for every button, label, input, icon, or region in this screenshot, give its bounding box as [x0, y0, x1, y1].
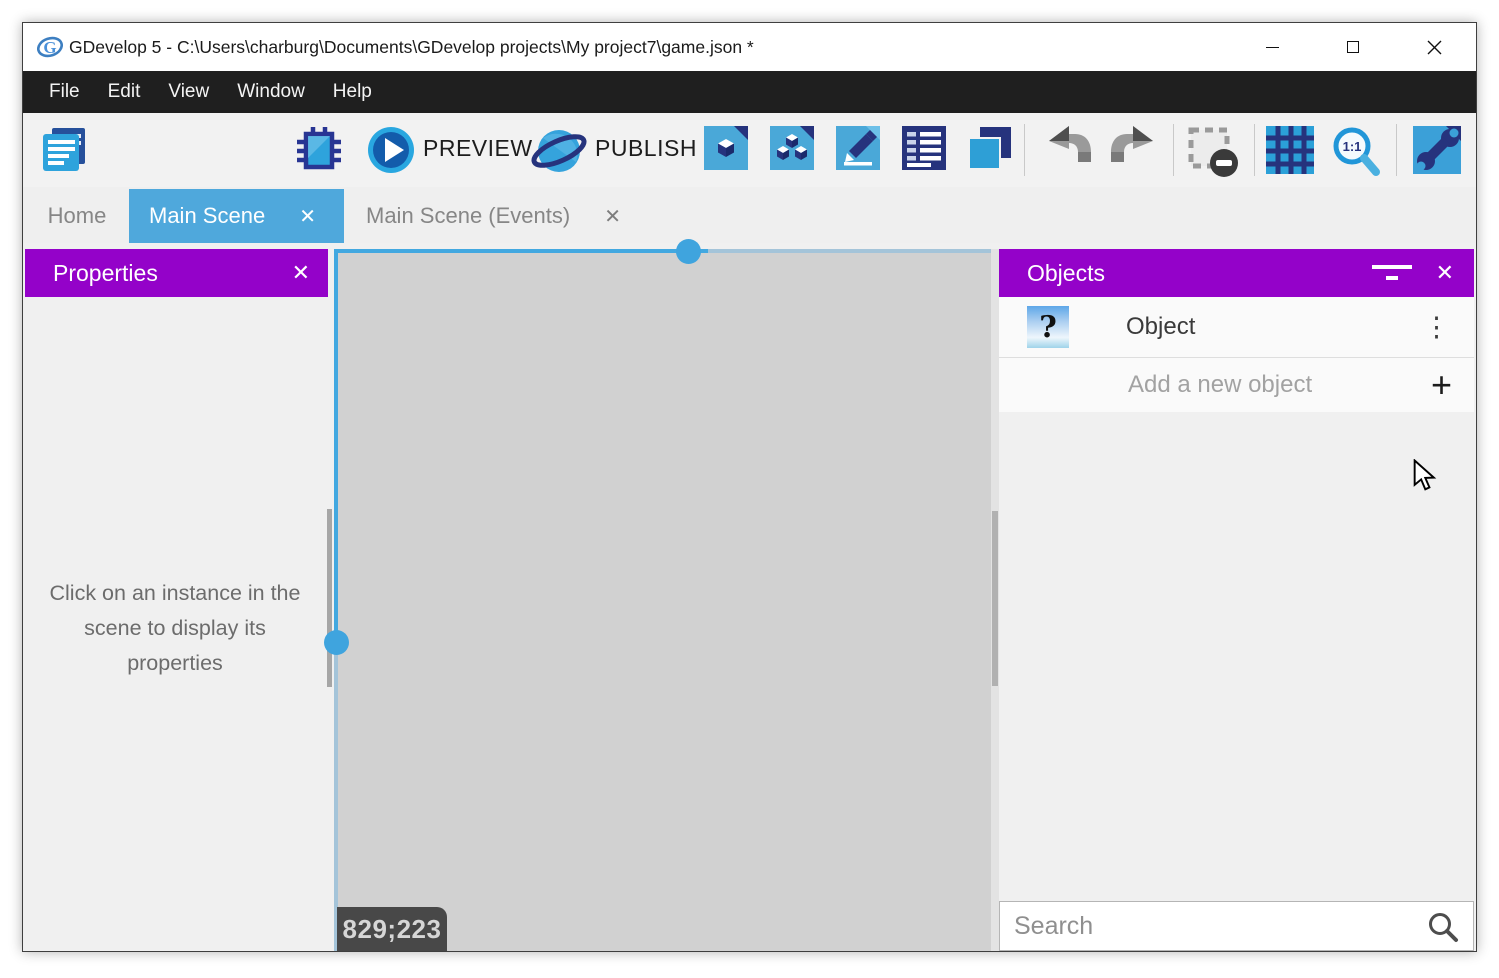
scene-canvas[interactable]: 829;223 — [334, 249, 991, 951]
properties-panel-header: Properties ✕ — [25, 249, 328, 297]
preview-button[interactable]: PREVIEW — [423, 135, 533, 162]
add-object-row[interactable]: Add a new object + — [999, 358, 1474, 412]
objects-close-icon[interactable]: ✕ — [1436, 260, 1454, 286]
layers-icon[interactable] — [968, 126, 1012, 170]
undo-icon[interactable] — [1047, 126, 1093, 164]
object-name: Object — [1126, 313, 1195, 341]
canvas-scrollbar[interactable] — [992, 511, 998, 686]
menu-window[interactable]: Window — [223, 71, 319, 113]
mask-icon[interactable] — [1187, 126, 1241, 180]
preview-play-icon[interactable] — [367, 126, 415, 174]
resize-handle-left[interactable] — [324, 630, 349, 655]
menu-edit[interactable]: Edit — [94, 71, 155, 113]
properties-empty-message: Click on an instance in the scene to dis… — [45, 576, 305, 681]
filter-icon[interactable] — [1372, 265, 1412, 281]
tab-home[interactable]: Home — [25, 189, 129, 243]
main-area: Properties ✕ Click on an instance in the… — [23, 243, 1476, 951]
title-bar[interactable]: G GDevelop 5 - C:\Users\charburg\Documen… — [23, 23, 1476, 71]
menu-help[interactable]: Help — [319, 71, 386, 113]
maximize-button-icon[interactable] — [1323, 23, 1383, 71]
toolbar-separator — [1024, 124, 1025, 176]
cursor-coordinates-badge: 829;223 — [337, 907, 447, 951]
menu-bar: File Edit View Window Help — [23, 71, 1476, 113]
gdevelop-logo-icon: G — [37, 34, 63, 60]
gdevelop-window: G GDevelop 5 - C:\Users\charburg\Documen… — [22, 22, 1477, 952]
tab-close-icon[interactable]: ✕ — [604, 204, 621, 229]
object-search-input[interactable] — [1000, 902, 1473, 950]
toolbar-separator — [1173, 124, 1174, 176]
publish-label: PUBLISH — [595, 135, 697, 162]
plus-icon[interactable]: + — [1431, 367, 1452, 403]
canvas-border-left — [334, 249, 338, 640]
tab-bar: Home Main Scene ✕ Main Scene (Events) ✕ — [23, 187, 1476, 243]
object-menu-icon[interactable]: ⋮ — [1423, 312, 1450, 343]
objects-title: Objects — [1027, 260, 1105, 287]
edit-objects-icon[interactable] — [770, 126, 814, 170]
menu-file[interactable]: File — [35, 71, 94, 113]
properties-close-icon[interactable]: ✕ — [292, 260, 310, 286]
project-manager-icon[interactable] — [39, 126, 89, 174]
objects-panel: Objects ✕ ? Object ⋮ Add a new object + — [999, 249, 1474, 951]
zoom-1-1-icon[interactable]: 1:1 — [1331, 126, 1381, 176]
svg-text:1:1: 1:1 — [1343, 139, 1362, 154]
tab-close-icon[interactable]: ✕ — [299, 204, 316, 229]
debug-icon[interactable] — [295, 126, 343, 174]
close-button-icon[interactable] — [1404, 23, 1464, 71]
canvas-border-left-light — [334, 640, 338, 951]
svg-text:G: G — [43, 38, 56, 57]
menu-view[interactable]: View — [154, 71, 223, 113]
mouse-cursor — [1413, 459, 1437, 493]
objects-list: ? Object ⋮ Add a new object + — [999, 297, 1474, 412]
unknown-object-icon: ? — [1027, 306, 1069, 348]
objects-panel-header: Objects ✕ — [999, 249, 1474, 297]
edit-events-icon[interactable] — [902, 126, 946, 170]
edit-scene-properties-icon[interactable] — [836, 126, 880, 170]
object-list-item[interactable]: ? Object ⋮ — [999, 297, 1474, 357]
toolbar-separator — [1396, 124, 1397, 176]
publish-globe-icon[interactable] — [531, 126, 587, 176]
tab-main-scene[interactable]: Main Scene ✕ — [129, 189, 344, 243]
edit-scene-icon[interactable] — [704, 126, 748, 170]
resize-handle-top[interactable] — [676, 239, 701, 264]
canvas-border-top — [334, 249, 708, 253]
publish-button[interactable]: PUBLISH — [595, 135, 697, 162]
properties-title: Properties — [53, 260, 158, 287]
add-object-label: Add a new object — [1128, 371, 1312, 399]
properties-scrollbar[interactable] — [327, 509, 332, 687]
minimize-button-icon[interactable] — [1242, 23, 1302, 71]
search-icon[interactable] — [1427, 911, 1459, 943]
canvas-border-top-light — [708, 249, 991, 253]
redo-icon[interactable] — [1109, 126, 1155, 164]
settings-wrench-icon[interactable] — [1413, 126, 1461, 174]
toolbar-separator — [1254, 124, 1255, 176]
window-title: GDevelop 5 - C:\Users\charburg\Documents… — [69, 23, 754, 71]
tab-main-scene-events[interactable]: Main Scene (Events) ✕ — [344, 189, 658, 243]
preview-label: PREVIEW — [423, 135, 533, 162]
toolbar: PREVIEW PUBLISH — [23, 113, 1476, 187]
grid-icon[interactable] — [1266, 126, 1314, 174]
object-search-box — [999, 901, 1474, 951]
